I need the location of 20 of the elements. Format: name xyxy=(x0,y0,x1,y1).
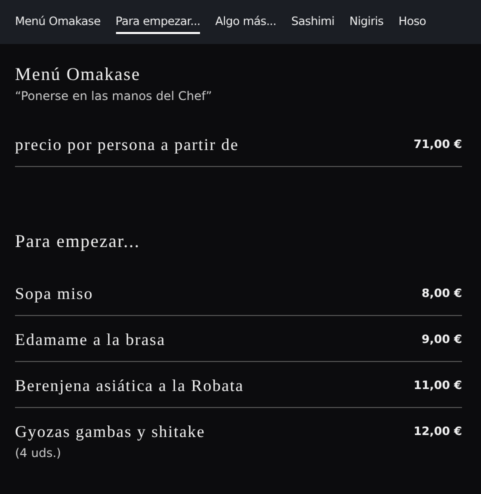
section-title: Menú Omakase xyxy=(15,64,142,85)
category-tab[interactable]: Para empezar... xyxy=(116,10,200,34)
dish-name: Sopa miso xyxy=(15,284,94,304)
section-title: Para empezar... xyxy=(15,231,141,252)
category-tab[interactable]: Hoso xyxy=(398,10,426,34)
section-subtitle: “Ponerse en las manos del Chef” xyxy=(15,89,213,103)
category-tab[interactable]: Sashimi xyxy=(291,10,334,34)
dish-price: 9,00 € xyxy=(422,331,462,346)
category-tab[interactable]: Nigiris xyxy=(349,10,384,34)
category-tab[interactable]: Algo más... xyxy=(215,10,276,34)
dish-price: 8,00 € xyxy=(422,285,462,300)
dish-price: 71,00 € xyxy=(414,136,462,151)
dish-name: Gyozas gambas y shitake xyxy=(15,422,206,442)
dish-name: precio por persona a partir de xyxy=(15,135,239,155)
category-tab[interactable]: Menú Omakase xyxy=(15,10,101,34)
dish-name: Berenjena asiática a la Robata xyxy=(15,376,244,396)
dish-note: (4 uds.) xyxy=(15,446,62,460)
dish-price: 11,00 € xyxy=(414,377,462,392)
dish-price: 12,00 € xyxy=(414,423,462,438)
dish-name: Edamame a la brasa xyxy=(15,330,166,350)
